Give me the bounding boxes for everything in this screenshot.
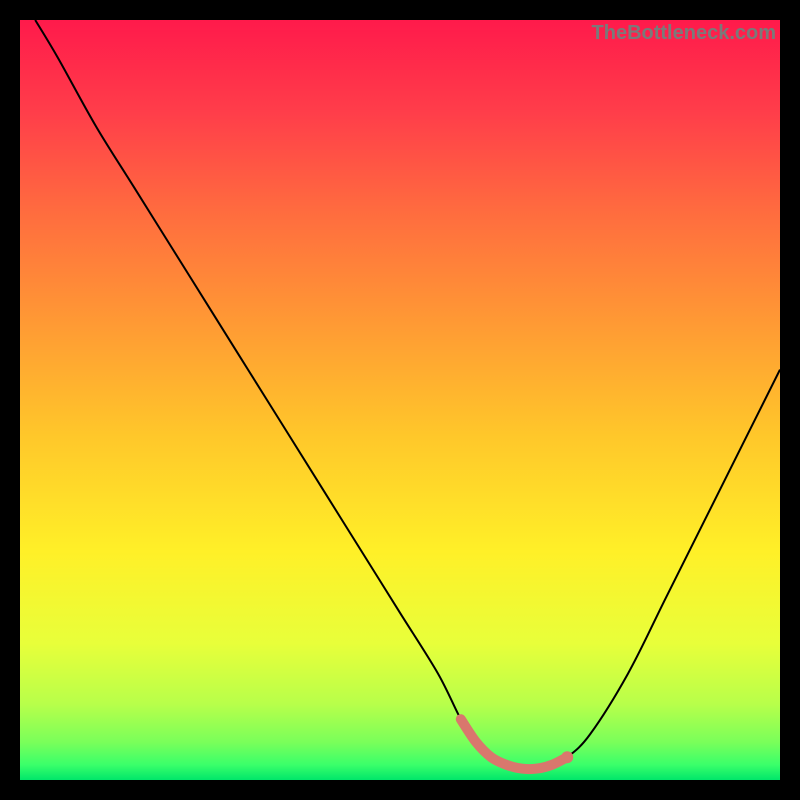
chart-curve (20, 20, 780, 780)
plot-area: TheBottleneck.com (20, 20, 780, 780)
watermark-text: TheBottleneck.com (592, 22, 776, 45)
